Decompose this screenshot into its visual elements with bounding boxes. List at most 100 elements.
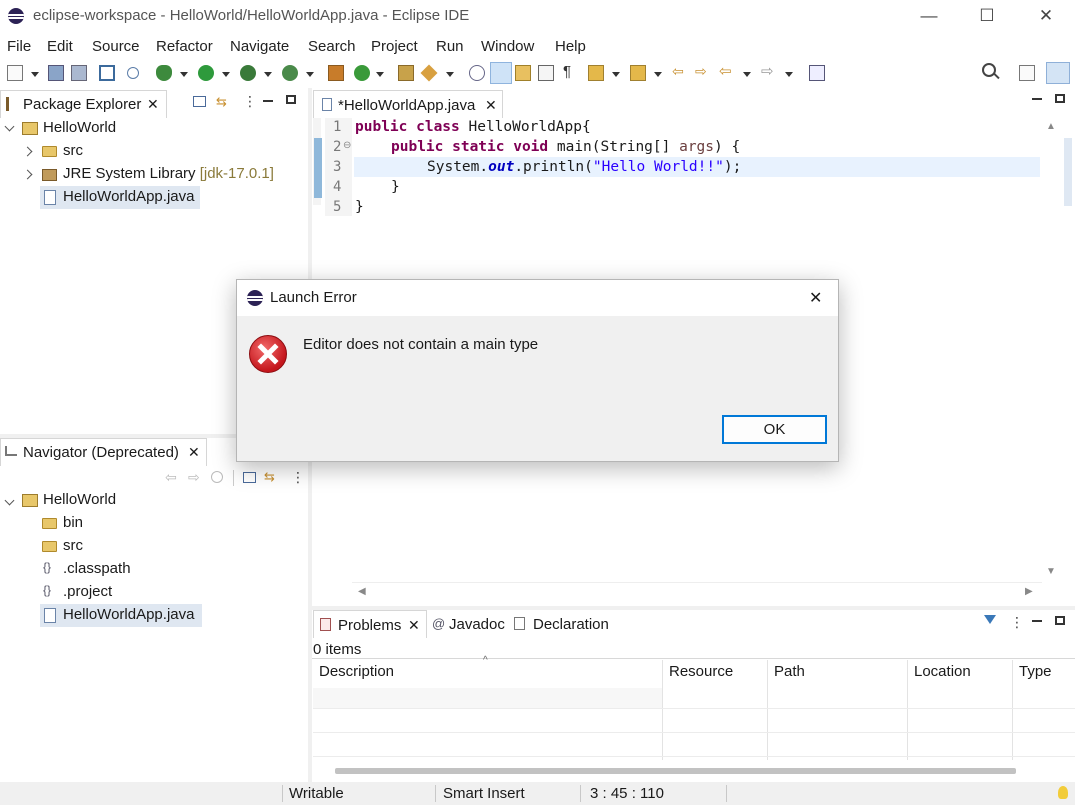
last-edit-location-icon[interactable]: ⇦ [672,63,688,79]
open-type-icon[interactable] [398,65,414,81]
view-menu-icon[interactable]: ⋮ [291,469,305,486]
nav-item-helloworldapp[interactable]: HelloWorldApp.java [63,606,194,628]
minimize-button[interactable]: — [914,4,944,28]
link-with-editor-icon[interactable]: ⇆ [264,469,275,485]
word-wrap-icon[interactable] [538,65,554,81]
chevron-down-icon[interactable] [4,121,15,132]
code-line-2[interactable]: public static void main(String[] args) { [391,139,740,155]
tab-javadoc[interactable]: Javadoc [449,616,505,633]
new-icon[interactable] [7,65,23,81]
menu-project[interactable]: Project [371,38,418,55]
toggle-annotation-icon[interactable] [469,65,485,81]
column-header-description[interactable]: Description [319,663,394,689]
nav-item-src[interactable]: src [63,537,83,559]
close-tab-icon[interactable]: ✕ [147,96,159,113]
scroll-down-icon[interactable]: ▼ [1046,566,1056,577]
menu-help[interactable]: Help [555,38,586,55]
show-whitespace-icon[interactable]: ¶ [563,63,571,80]
search-dropdown-icon[interactable] [446,72,454,77]
search-tool-icon[interactable] [420,64,438,82]
run-icon[interactable] [198,65,214,81]
column-header-resource[interactable]: Resource [669,663,733,689]
mark-occurrences-icon[interactable] [490,62,512,84]
horizontal-scrollbar-thumb[interactable] [335,768,1016,774]
status-cursor-position[interactable]: 3 : 45 : 110 [590,785,664,802]
chevron-down-icon[interactable] [4,495,15,506]
fold-icon[interactable]: ⊖ [343,140,351,151]
tab-package-explorer[interactable]: Package Explorer ✕ [0,90,167,118]
save-icon[interactable] [48,65,64,81]
close-tab-icon[interactable]: ✕ [485,97,497,114]
next-annotation-dropdown-icon[interactable] [612,72,620,77]
tab-helloworldapp-editor[interactable]: *HelloWorldApp.java ✕ [313,90,503,118]
column-header-type[interactable]: Type [1019,663,1052,689]
terminal-icon[interactable] [99,65,115,81]
forward-icon[interactable]: ⇨ [761,62,777,80]
column-header-location[interactable]: Location [914,663,971,689]
next-annotation-icon[interactable] [588,65,604,81]
back-nav-icon[interactable]: ⇦ [165,469,177,486]
dialog-close-button[interactable]: ✕ [809,288,822,308]
menu-file[interactable]: File [7,38,31,55]
code-line-3[interactable]: System.out.println("Hello World!!"); [427,159,741,175]
forward-nav-icon[interactable]: ⇨ [188,469,200,486]
coverage-dropdown-icon[interactable] [264,72,272,77]
minimize-view-icon[interactable] [1032,620,1042,622]
menu-refactor[interactable]: Refactor [156,38,213,55]
code-line-5[interactable]: } [355,199,364,215]
back-icon[interactable]: ⇦ [719,62,735,80]
new-java-project-icon[interactable] [328,65,344,81]
new-class-dropdown-icon[interactable] [376,72,384,77]
tab-problems[interactable]: Problems ✕ [313,610,427,638]
coverage-icon[interactable] [240,65,256,81]
nav-project-helloworld[interactable]: HelloWorld [43,491,116,513]
tree-project-helloworld[interactable]: HelloWorld [43,119,116,141]
back-dropdown-icon[interactable] [743,72,751,77]
close-window-button[interactable]: ✕ [1031,4,1061,28]
tips-lightbulb-icon[interactable] [1058,786,1068,799]
menu-edit[interactable]: Edit [47,38,73,55]
debug-dropdown-icon[interactable] [180,72,188,77]
menu-navigate[interactable]: Navigate [230,38,289,55]
close-tab-icon[interactable]: ✕ [408,617,420,634]
new-dropdown-icon[interactable] [31,72,39,77]
scroll-left-icon[interactable]: ◀ [358,586,366,597]
status-insert-mode[interactable]: Smart Insert [443,785,525,802]
filter-icon[interactable] [984,615,996,624]
nav-item-bin[interactable]: bin [63,514,83,536]
tab-navigator[interactable]: Navigator (Deprecated) ✕ [0,438,207,466]
external-tools-icon[interactable] [282,65,298,81]
debug-icon[interactable] [156,65,172,81]
open-perspective-icon[interactable] [1019,65,1035,81]
close-tab-icon[interactable]: ✕ [188,444,200,461]
tree-helloworldapp-java[interactable]: HelloWorldApp.java [63,188,194,210]
new-java-class-icon[interactable] [354,65,370,81]
previous-annotation-dropdown-icon[interactable] [654,72,662,77]
minimize-editor-icon[interactable] [1032,98,1042,100]
maximize-view-icon[interactable] [286,95,296,104]
menu-run[interactable]: Run [436,38,464,55]
collapse-all-icon[interactable] [193,96,206,107]
column-header-path[interactable]: Path [774,663,805,689]
nav-item-project[interactable]: .project [63,583,112,605]
forward-dropdown-icon[interactable] [785,72,793,77]
pin-editor-icon[interactable] [809,65,825,81]
link-with-editor-icon[interactable]: ⇆ [216,94,227,110]
chevron-right-icon[interactable] [22,169,33,180]
forward-edit-icon[interactable]: ⇨ [695,63,711,79]
up-icon[interactable] [211,471,223,483]
menu-window[interactable]: Window [481,38,534,55]
menu-search[interactable]: Search [308,38,356,55]
external-tools-dropdown-icon[interactable] [306,72,314,77]
code-line-4[interactable]: } [391,179,400,195]
collapse-all-icon[interactable] [243,472,256,483]
scroll-right-icon[interactable]: ▶ [1025,586,1033,597]
chevron-right-icon[interactable] [22,146,33,157]
ok-button[interactable]: OK [722,415,827,444]
code-line-1[interactable]: public class HelloWorldApp{ [355,119,591,135]
save-all-icon[interactable] [71,65,87,81]
java-perspective-icon[interactable] [1046,62,1070,84]
toggle-block-icon[interactable] [515,65,531,81]
maximize-editor-icon[interactable] [1055,94,1065,103]
nav-item-classpath[interactable]: .classpath [63,560,131,582]
